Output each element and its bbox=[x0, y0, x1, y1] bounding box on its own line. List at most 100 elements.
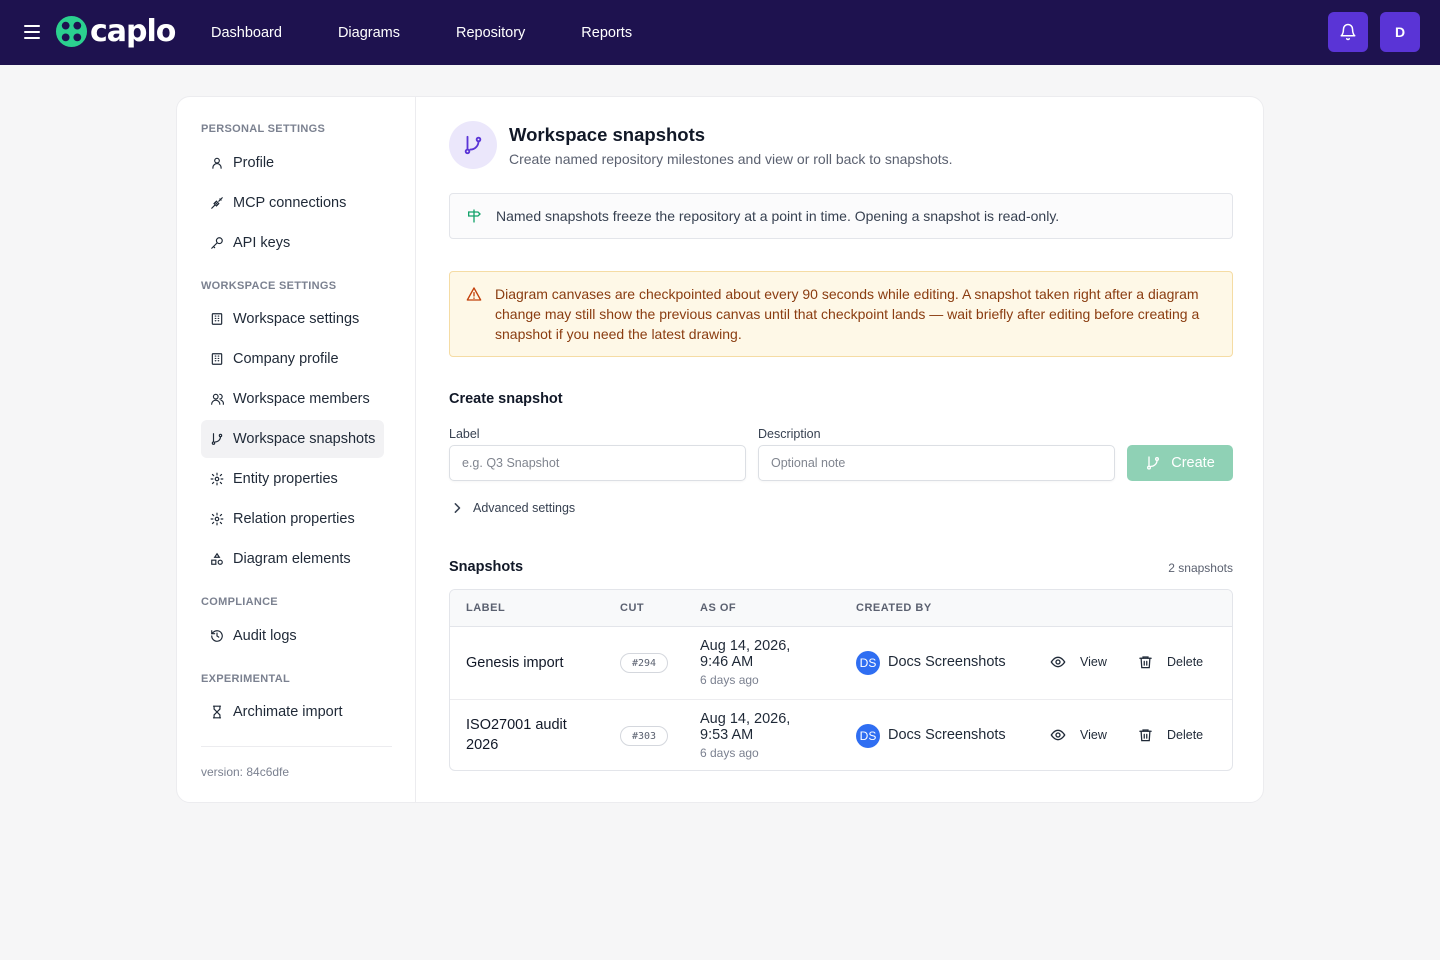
sidebar-item-audit-logs[interactable]: Audit logs bbox=[201, 617, 384, 655]
section-workspace-settings: WORKSPACE SETTINGS bbox=[201, 280, 337, 292]
trash-icon bbox=[1138, 654, 1153, 670]
sidebar-item-label: API keys bbox=[233, 235, 291, 251]
building-icon bbox=[209, 351, 225, 367]
snapshot-count: 2 snapshots bbox=[1168, 561, 1233, 575]
as-of-relative: 6 days ago bbox=[700, 746, 759, 760]
table-row: Genesis import #294 Aug 14, 2026, 9:46 A… bbox=[450, 627, 1232, 699]
git-branch-icon bbox=[449, 121, 497, 169]
label-input-placeholder: e.g. Q3 Snapshot bbox=[462, 456, 560, 470]
section-personal-settings: PERSONAL SETTINGS bbox=[201, 123, 326, 135]
column-header-cut: CUT bbox=[620, 602, 645, 614]
avatar: DS bbox=[856, 724, 880, 748]
app-logo[interactable]: caplo bbox=[55, 15, 176, 48]
top-navbar: caplo Dashboard Diagrams Repository Repo… bbox=[0, 0, 1440, 65]
nav-reports[interactable]: Reports bbox=[581, 25, 632, 41]
gear-icon bbox=[209, 471, 225, 487]
as-of-date: Aug 14, 2026, 9:46 AM bbox=[700, 638, 791, 670]
nav-repository[interactable]: Repository bbox=[456, 25, 525, 41]
sidebar-item-label: MCP connections bbox=[233, 195, 347, 211]
sidebar-item-label: Diagram elements bbox=[233, 551, 351, 567]
sidebar-item-label: Workspace snapshots bbox=[233, 431, 376, 447]
users-icon bbox=[209, 391, 225, 407]
user-avatar-button[interactable]: D bbox=[1380, 12, 1420, 52]
view-label: View bbox=[1080, 655, 1107, 669]
view-button[interactable]: View bbox=[1050, 727, 1107, 743]
sidebar-item-workspace-settings[interactable]: Workspace settings bbox=[201, 300, 384, 338]
warning-text: Diagram canvases are checkpointed about … bbox=[495, 286, 1200, 342]
sidebar-item-entity-properties[interactable]: Entity properties bbox=[201, 460, 384, 498]
warning-banner: Diagram canvases are checkpointed about … bbox=[449, 271, 1233, 357]
as-of-date: Aug 14, 2026, 9:53 AM bbox=[700, 711, 791, 743]
sidebar-item-relation-properties[interactable]: Relation properties bbox=[201, 500, 384, 538]
label-input[interactable]: e.g. Q3 Snapshot bbox=[449, 445, 746, 481]
table-header: LABEL CUT AS OF CREATED BY bbox=[450, 590, 1232, 627]
main-nav: Dashboard Diagrams Repository Reports bbox=[211, 0, 688, 65]
creator-name: Docs Screenshots bbox=[888, 654, 1006, 670]
description-input-placeholder: Optional note bbox=[771, 456, 846, 470]
sidebar-divider bbox=[201, 746, 392, 747]
as-of-relative: 6 days ago bbox=[700, 673, 759, 687]
page-subtitle: Create named repository milestones and v… bbox=[509, 151, 953, 167]
snapshots-main: Workspace snapshots Create named reposit… bbox=[449, 97, 1233, 802]
creator-name: Docs Screenshots bbox=[888, 727, 1006, 743]
create-snapshot-heading: Create snapshot bbox=[449, 391, 563, 407]
hourglass-icon bbox=[209, 704, 225, 720]
building-icon bbox=[209, 311, 225, 327]
gear-icon bbox=[209, 511, 225, 527]
eye-icon bbox=[1050, 654, 1066, 670]
menu-icon[interactable] bbox=[24, 24, 40, 40]
description-input[interactable]: Optional note bbox=[758, 445, 1115, 481]
delete-label: Delete bbox=[1167, 655, 1204, 669]
sidebar-item-label: Relation properties bbox=[233, 511, 355, 527]
git-branch-icon bbox=[209, 431, 225, 447]
sidebar-item-label: Workspace settings bbox=[233, 311, 360, 327]
avatar: DS bbox=[856, 651, 880, 675]
delete-button[interactable]: Delete bbox=[1138, 654, 1203, 670]
user-icon bbox=[209, 155, 225, 171]
table-row: ISO27001 audit 2026 #303 Aug 14, 2026, 9… bbox=[450, 699, 1232, 770]
signpost-icon bbox=[466, 208, 482, 224]
nav-diagrams[interactable]: Diagrams bbox=[338, 25, 400, 41]
plug-icon bbox=[209, 195, 225, 211]
chevron-right-icon bbox=[453, 503, 461, 513]
view-button[interactable]: View bbox=[1050, 654, 1107, 670]
logo-mark-icon bbox=[55, 15, 88, 48]
info-text: Named snapshots freeze the repository at… bbox=[496, 208, 1060, 224]
git-branch-icon bbox=[1145, 455, 1161, 471]
sidebar-item-workspace-snapshots[interactable]: Workspace snapshots bbox=[201, 420, 384, 458]
nav-dashboard[interactable]: Dashboard bbox=[211, 25, 282, 41]
eye-icon bbox=[1050, 727, 1066, 743]
sidebar-item-company-profile[interactable]: Company profile bbox=[201, 340, 384, 378]
delete-label: Delete bbox=[1167, 728, 1204, 742]
sidebar-item-label: Audit logs bbox=[233, 628, 297, 644]
warning-triangle-icon bbox=[466, 286, 482, 307]
key-icon bbox=[209, 235, 225, 251]
trash-icon bbox=[1138, 727, 1153, 743]
sidebar-item-mcp-connections[interactable]: MCP connections bbox=[201, 184, 384, 222]
sidebar-item-label: Entity properties bbox=[233, 471, 338, 487]
sidebar-item-label: Company profile bbox=[233, 351, 339, 367]
description-field-label: Description bbox=[758, 427, 821, 441]
cut-badge: #303 bbox=[620, 726, 668, 746]
sidebar-item-label: Profile bbox=[233, 155, 275, 171]
column-header-created-by: CREATED BY bbox=[856, 602, 932, 614]
sidebar-item-diagram-elements[interactable]: Diagram elements bbox=[201, 540, 384, 578]
section-compliance: COMPLIANCE bbox=[201, 596, 278, 608]
delete-button[interactable]: Delete bbox=[1138, 727, 1203, 743]
advanced-settings-label: Advanced settings bbox=[473, 501, 576, 515]
advanced-settings-toggle[interactable]: Advanced settings bbox=[453, 501, 575, 515]
app-version: version: 84c6dfe bbox=[201, 765, 290, 779]
sidebar-item-archimate-import[interactable]: Archimate import bbox=[201, 693, 384, 731]
column-header-as-of: AS OF bbox=[700, 602, 737, 614]
create-snapshot-button[interactable]: Create bbox=[1127, 445, 1233, 481]
sidebar-item-workspace-members[interactable]: Workspace members bbox=[201, 380, 384, 418]
sidebar-item-profile[interactable]: Profile bbox=[201, 144, 384, 182]
shapes-icon bbox=[209, 551, 225, 567]
view-label: View bbox=[1080, 728, 1107, 742]
label-field-label: Label bbox=[449, 427, 480, 441]
page-title: Workspace snapshots bbox=[509, 124, 706, 145]
snapshots-table: LABEL CUT AS OF CREATED BY Genesis impor… bbox=[449, 589, 1233, 771]
bell-icon bbox=[1340, 23, 1356, 41]
notifications-button[interactable] bbox=[1328, 12, 1368, 52]
sidebar-item-api-keys[interactable]: API keys bbox=[201, 224, 384, 262]
